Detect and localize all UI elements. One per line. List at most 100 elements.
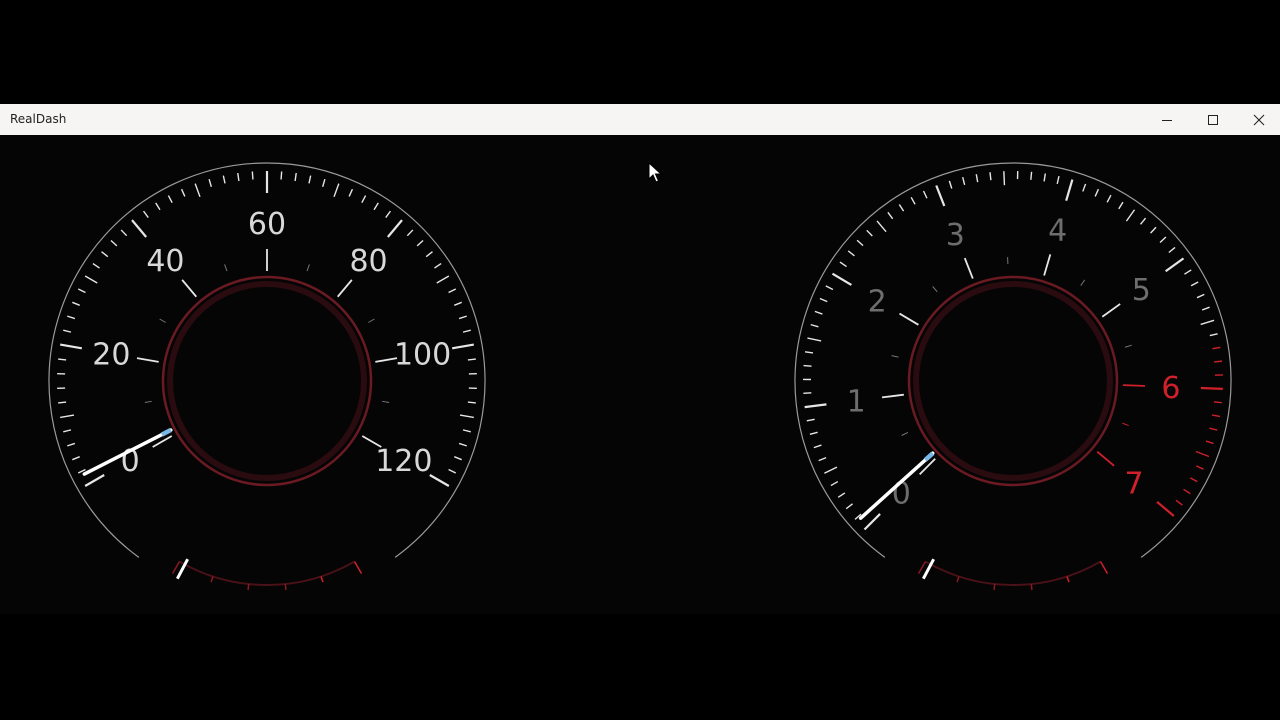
major-tick	[1156, 501, 1175, 517]
minor-tick	[847, 250, 855, 257]
close-icon	[1253, 114, 1265, 125]
minor-tick	[406, 229, 414, 237]
minor-tick	[294, 172, 297, 182]
minor-tick	[898, 204, 905, 212]
minor-tick	[922, 190, 928, 199]
minor-tick	[322, 178, 326, 188]
window-title: RealDash	[10, 112, 67, 126]
hub-ring	[161, 275, 373, 487]
minor-tick	[142, 210, 149, 218]
minor-tick	[72, 456, 80, 461]
minor-tick	[1200, 319, 1215, 326]
inner-major-tick	[337, 279, 353, 298]
minor-tick	[1190, 281, 1199, 287]
bottom-tick	[1099, 561, 1109, 575]
minor-tick	[806, 418, 815, 422]
minor-tick	[1030, 171, 1033, 180]
inner-minor-tick	[159, 318, 166, 323]
maximize-button[interactable]	[1190, 104, 1236, 135]
minor-tick	[385, 210, 392, 218]
inner-minor-tick	[306, 264, 310, 272]
needle-tip	[923, 451, 935, 462]
minor-tick	[167, 195, 173, 203]
inner-major-tick	[1122, 384, 1145, 387]
inner-minor-tick	[1124, 344, 1132, 348]
bottom-tick	[1030, 583, 1033, 591]
gauge-label: 5	[1132, 273, 1151, 308]
minor-tick	[251, 171, 254, 180]
minor-tick	[1211, 414, 1221, 418]
minor-tick	[1195, 450, 1210, 458]
minor-tick	[67, 442, 76, 447]
inner-minor-tick	[382, 400, 390, 404]
minor-tick	[845, 503, 854, 510]
title-bar[interactable]: RealDash	[0, 104, 1280, 135]
minor-tick	[804, 351, 814, 354]
minor-tick	[434, 262, 442, 269]
bottom-tick	[284, 583, 287, 591]
bottom-tick	[956, 576, 960, 583]
inner-minor-tick	[901, 431, 909, 436]
gauge-label: 60	[248, 207, 286, 242]
hub-ring	[907, 275, 1119, 487]
gauge-label: 120	[375, 444, 432, 479]
major-tick	[1200, 386, 1223, 390]
gauge-label: 20	[92, 338, 130, 373]
minor-tick	[84, 275, 98, 284]
inner-minor-tick	[1121, 422, 1129, 427]
minor-tick	[824, 466, 838, 474]
major-tick	[429, 474, 450, 487]
major-tick	[1065, 179, 1074, 201]
minor-tick	[910, 196, 916, 205]
minor-tick	[989, 172, 992, 181]
minor-tick	[830, 480, 839, 487]
minor-tick	[1195, 465, 1204, 470]
inner-minor-tick	[144, 400, 152, 404]
minor-tick	[866, 229, 873, 237]
minor-tick	[887, 211, 894, 220]
minor-tick	[280, 171, 283, 180]
major-tick	[84, 474, 105, 487]
minor-tick	[467, 401, 476, 404]
minor-tick	[1139, 217, 1147, 225]
minor-tick	[810, 323, 819, 328]
minor-tick	[120, 229, 128, 237]
inner-major-tick	[1096, 451, 1115, 467]
app-window: RealDash 0 20 40 60 80 100 120 01234567	[0, 104, 1280, 614]
minor-tick	[77, 288, 86, 294]
inner-minor-tick	[368, 318, 375, 323]
minor-tick	[1106, 194, 1112, 203]
minor-tick	[1183, 488, 1191, 495]
close-button[interactable]	[1236, 104, 1280, 135]
gauge-label: 3	[946, 218, 965, 253]
minor-tick	[63, 329, 72, 333]
minor-tick	[1209, 427, 1218, 431]
mouse-pointer-icon	[648, 162, 662, 183]
minor-tick	[208, 178, 212, 188]
bottom-tick	[247, 583, 250, 591]
minor-tick	[1209, 333, 1218, 337]
bottom-tick	[320, 576, 324, 583]
minor-tick	[803, 364, 812, 367]
minimize-button[interactable]	[1144, 104, 1190, 135]
minor-tick	[110, 239, 118, 247]
minor-tick	[155, 202, 161, 211]
minor-tick	[1159, 236, 1167, 244]
major-tick	[131, 219, 147, 238]
minor-tick	[373, 202, 379, 211]
major-tick	[1165, 257, 1185, 273]
minor-tick	[876, 220, 887, 233]
minor-tick	[1201, 306, 1210, 311]
gauge-label: 7	[1124, 467, 1143, 502]
speedometer-gauge: 020406080100120	[48, 162, 486, 591]
minimize-icon	[1162, 119, 1172, 121]
inner-major-tick	[136, 357, 159, 363]
minor-tick	[1003, 171, 1006, 186]
maximize-icon	[1208, 114, 1218, 125]
minor-tick	[1056, 175, 1060, 185]
minor-tick	[58, 401, 67, 404]
minor-tick	[63, 429, 72, 433]
minor-tick	[807, 337, 822, 342]
minor-tick	[348, 188, 354, 197]
minor-tick	[1118, 201, 1124, 210]
